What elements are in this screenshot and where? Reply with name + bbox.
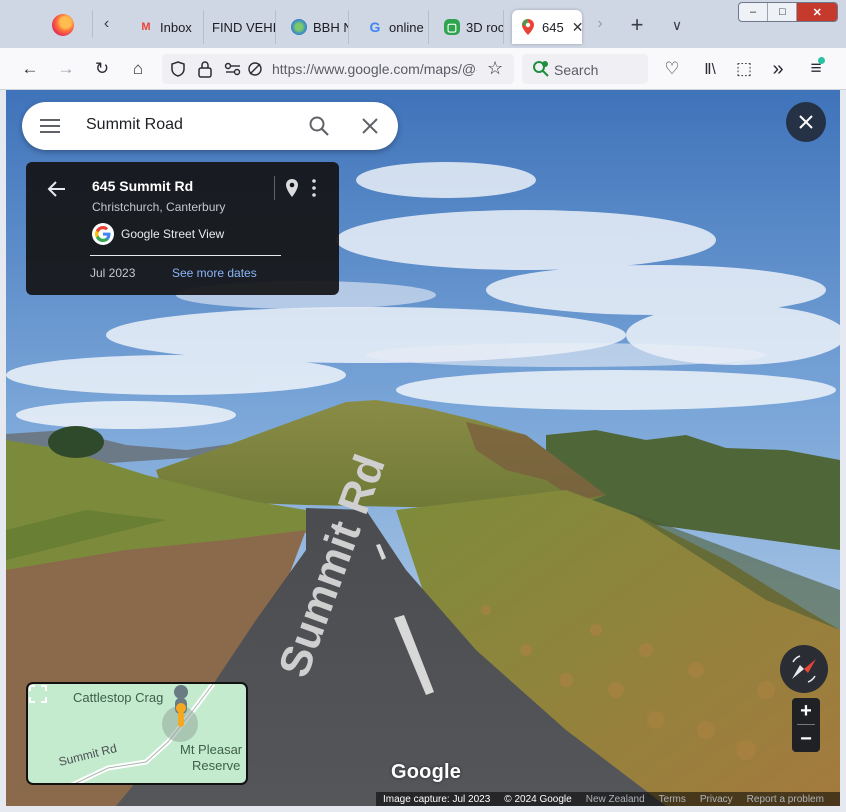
tab-bbh[interactable]: BBH N xyxy=(283,10,349,44)
location-info-card: 645 Summit Rd Christchurch, Canterbury G… xyxy=(26,162,339,295)
expand-map-icon[interactable] xyxy=(28,684,48,704)
search-placeholder: Search xyxy=(554,62,599,78)
globe-icon xyxy=(291,19,307,35)
gmail-icon: M xyxy=(141,21,151,33)
tab-label: 3D roc xyxy=(466,19,504,35)
url-text[interactable]: https://www.google.com/maps/@- xyxy=(272,61,477,77)
pocket-icon[interactable]: ♡ xyxy=(660,57,684,81)
tab-find-vehi[interactable]: FIND VEHI xyxy=(204,10,276,44)
new-tab-button[interactable]: + xyxy=(624,12,650,38)
country-label: New Zealand xyxy=(585,793,645,805)
permissions-icon[interactable] xyxy=(224,61,242,77)
search-icon[interactable] xyxy=(308,115,330,137)
tab-645-active[interactable]: 645 ✕ xyxy=(512,10,582,44)
hamburger-menu-icon[interactable] xyxy=(40,116,60,136)
zoom-in-button[interactable]: + xyxy=(792,698,820,724)
more-options-icon[interactable] xyxy=(308,178,320,198)
privacy-link[interactable]: Privacy xyxy=(693,794,740,805)
close-icon xyxy=(799,115,813,129)
back-arrow-icon[interactable] xyxy=(46,178,68,200)
address-title: 645 Summit Rd xyxy=(92,178,194,194)
restore-button[interactable]: □ xyxy=(768,3,798,21)
reload-icon[interactable]: ↻ xyxy=(90,57,114,81)
capture-date: Jul 2023 xyxy=(90,266,136,280)
minimize-button[interactable]: – xyxy=(739,3,769,21)
clear-search-icon[interactable] xyxy=(359,115,381,137)
google-maps-pin-icon xyxy=(520,19,536,35)
minimap-label-reserve: Reserve xyxy=(192,758,241,773)
home-icon[interactable]: ⌂ xyxy=(126,57,150,81)
firefox-logo-icon[interactable] xyxy=(52,14,74,36)
tab-label: BBH N xyxy=(313,19,349,35)
location-blocked-icon[interactable] xyxy=(247,61,263,77)
tab-scroll-left-icon[interactable]: ‹ xyxy=(92,10,120,38)
minimap[interactable]: Cattlestop Crag Summit Rd Mt Pleasar Res… xyxy=(26,682,248,785)
image-capture-text: Image capture: Jul 2023 xyxy=(383,793,491,805)
app-icon: ▢ xyxy=(444,19,460,35)
close-tab-icon[interactable]: ✕ xyxy=(572,19,582,36)
tab-scroll-right-icon[interactable]: › xyxy=(588,12,612,36)
maps-search-box[interactable]: Summit Road xyxy=(22,102,398,150)
location-pin-icon[interactable] xyxy=(284,178,300,198)
update-badge xyxy=(818,57,825,64)
shield-icon[interactable] xyxy=(170,61,186,77)
see-more-dates-link[interactable]: See more dates xyxy=(172,266,257,280)
search-engine-icon xyxy=(533,61,549,77)
divider xyxy=(274,176,275,200)
list-all-tabs-icon[interactable]: ∨ xyxy=(664,12,690,38)
window-frame xyxy=(840,90,846,812)
tab-online[interactable]: G online xyxy=(359,10,429,44)
minimap-label-crag: Cattlestop Crag xyxy=(73,690,164,705)
bookmark-star-icon[interactable]: ☆ xyxy=(487,58,503,79)
window-close-button[interactable]: ✕ xyxy=(797,3,837,21)
minimap-label-mt-pleasant: Mt Pleasar xyxy=(180,742,243,757)
tab-label: 645 xyxy=(542,19,564,35)
report-problem-link[interactable]: Report a problem xyxy=(740,794,831,805)
compass-button[interactable] xyxy=(780,645,828,693)
close-street-view-button[interactable] xyxy=(786,102,826,142)
terms-link[interactable]: Terms xyxy=(652,794,693,805)
address-bar[interactable]: https://www.google.com/maps/@- ☆ xyxy=(162,54,514,84)
copyright-text: © 2024 Google xyxy=(504,793,572,805)
google-logo-icon xyxy=(92,223,114,245)
tab-label: FIND VEHI xyxy=(212,19,276,35)
image-source-label: Google Street View xyxy=(121,227,225,241)
zoom-out-button[interactable]: − xyxy=(792,726,820,752)
address-subtitle: Christchurch, Canterbury xyxy=(92,200,226,214)
window-controls: – □ ✕ xyxy=(738,2,838,22)
window-frame xyxy=(0,806,846,812)
search-bar[interactable]: Search xyxy=(522,54,648,84)
google-watermark: Google xyxy=(391,761,462,783)
forward-icon[interactable]: → xyxy=(54,57,78,81)
tab-strip: ‹ M Inbox FIND VEHI BBH N G online ▢ 3D … xyxy=(0,0,846,48)
pegman-icon[interactable] xyxy=(170,684,192,730)
library-icon[interactable]: Ⅱ\ xyxy=(698,57,722,81)
tab-label: Inbox xyxy=(160,19,192,35)
date-divider xyxy=(90,255,281,256)
overflow-chevron-icon[interactable]: » xyxy=(766,57,790,81)
navigation-toolbar: ← → ↻ ⌂ https://www.google.com/maps/@- ☆… xyxy=(0,48,846,90)
attribution-bar: Image capture: Jul 2023 © 2024 Google Ne… xyxy=(376,792,840,806)
compass-icon xyxy=(792,655,816,683)
tab-inbox[interactable]: M Inbox xyxy=(130,10,204,44)
lock-icon[interactable] xyxy=(197,60,213,78)
zoom-divider xyxy=(797,724,815,725)
tab-label: online xyxy=(389,19,424,35)
search-query[interactable]: Summit Road xyxy=(86,116,183,134)
zoom-control: + − xyxy=(792,698,820,752)
back-icon[interactable]: ← xyxy=(18,57,42,81)
street-view-panorama[interactable]: Summit Rd Summit Road 645 Summit Rd Chri… xyxy=(6,90,840,806)
google-icon: G xyxy=(369,19,381,35)
extensions-icon[interactable]: ⬚ xyxy=(732,57,756,81)
tab-3d-roc[interactable]: ▢ 3D roc xyxy=(436,10,504,44)
window-frame xyxy=(0,90,6,812)
